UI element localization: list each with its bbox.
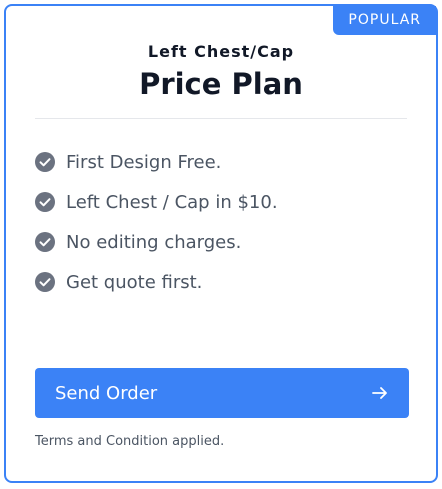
plan-subtitle: Left Chest/Cap [147, 42, 295, 61]
check-circle-icon [35, 192, 55, 212]
feature-item: Left Chest / Cap in $10. [35, 182, 278, 222]
feature-item: First Design Free. [35, 142, 278, 182]
feature-item: No editing charges. [35, 222, 278, 262]
check-circle-icon [35, 232, 55, 252]
plan-title: Price Plan [139, 67, 303, 101]
send-order-button[interactable]: Send Order [35, 368, 409, 418]
feature-text: Get quote first. [66, 271, 203, 293]
arrow-right-icon [372, 387, 387, 399]
feature-text: Left Chest / Cap in $10. [66, 191, 278, 213]
feature-list: First Design Free. Left Chest / Cap in $… [35, 142, 278, 302]
feature-text: No editing charges. [66, 231, 242, 253]
feature-text: First Design Free. [66, 151, 222, 173]
divider [35, 118, 407, 119]
check-circle-icon [35, 152, 55, 172]
feature-item: Get quote first. [35, 262, 278, 302]
pricing-card: POPULAR Left Chest/Cap Price Plan First … [4, 4, 438, 483]
check-circle-icon [35, 272, 55, 292]
terms-text: Terms and Condition applied. [35, 434, 225, 449]
send-order-label: Send Order [55, 382, 158, 404]
popular-badge: POPULAR [333, 6, 436, 35]
